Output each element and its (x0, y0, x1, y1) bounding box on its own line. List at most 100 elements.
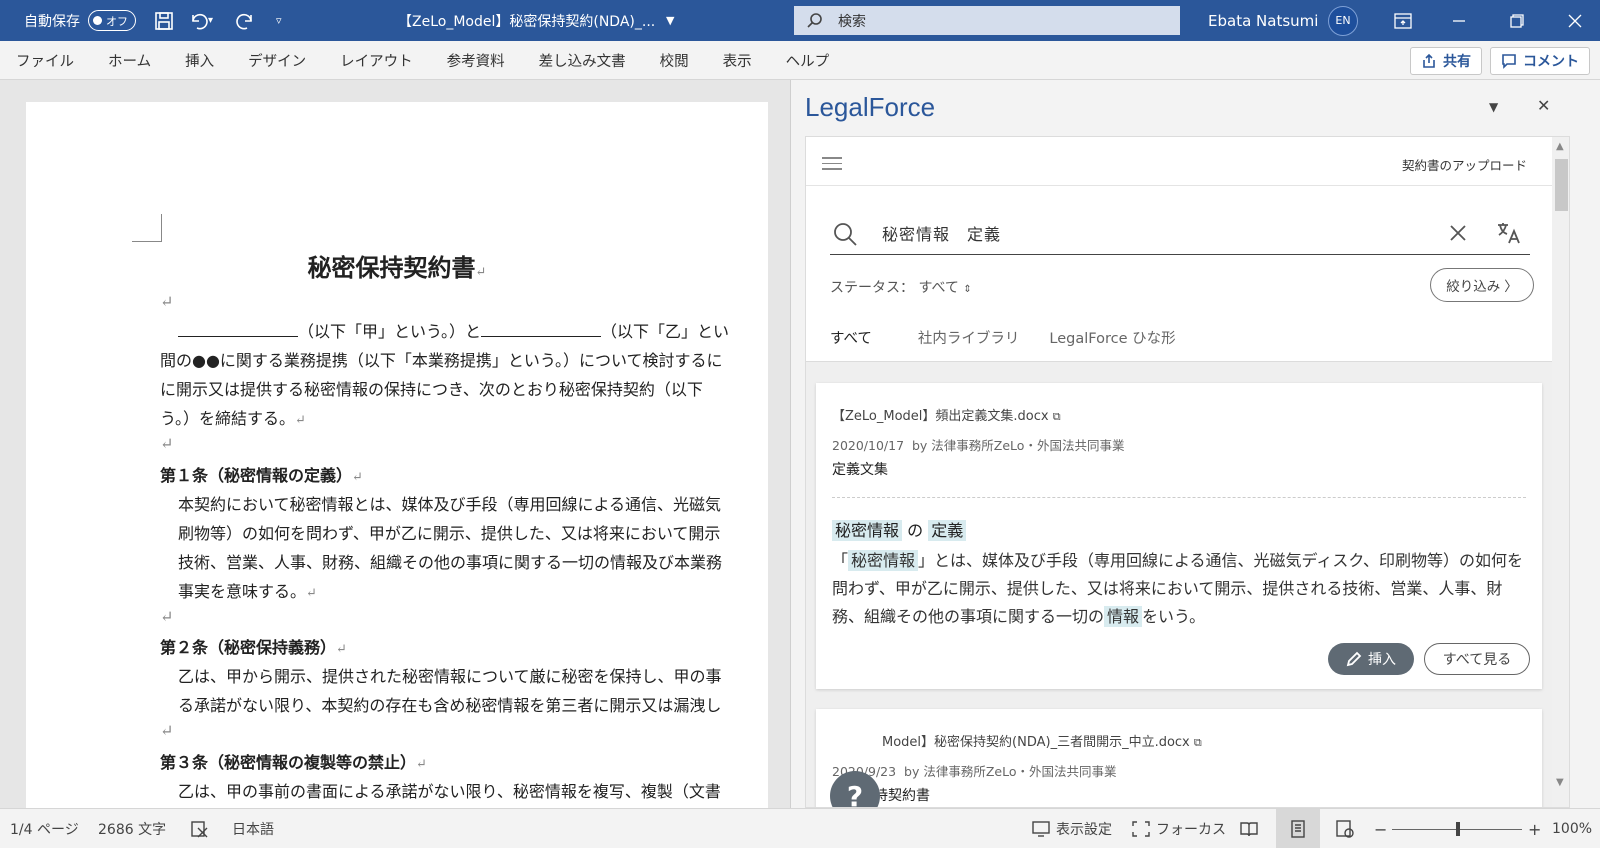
title-dropdown-icon[interactable]: ▼ (666, 0, 674, 41)
article-1-line-4: 事実を意味する。↵ (178, 582, 317, 601)
blank-party-a[interactable] (178, 323, 298, 337)
read-mode-icon[interactable] (1240, 809, 1258, 848)
document-heading: 秘密保持契約書↵ (307, 253, 487, 282)
ribbon-display-icon[interactable] (1394, 0, 1412, 41)
status-filter[interactable]: ステータス： すべて ⇕ (830, 277, 972, 297)
web-layout-icon[interactable] (1336, 809, 1354, 848)
document-area[interactable]: 秘密保持契約書↵ ↵ （以下「甲」という。）と （以下「乙」とい 間の●●に関する… (0, 80, 790, 808)
undo-dropdown-icon[interactable]: ▾ (208, 0, 213, 41)
article-2-line-1: 乙は、甲から開示、提供された秘密情報について厳に秘密を保持し、甲の事 (178, 667, 722, 686)
display-settings-button[interactable]: 表示設定 (1032, 809, 1112, 848)
tab-file[interactable]: ファイル (16, 50, 74, 71)
pane-title: LegalForce (805, 92, 936, 122)
translate-icon[interactable] (1496, 221, 1522, 245)
redo-icon[interactable] (234, 0, 256, 41)
search-query: 秘密情報 定義 (882, 224, 1002, 244)
upload-contract-link[interactable]: 契約書のアップロード (1402, 155, 1527, 174)
result-file-link[interactable]: Model】秘密保持契約(NDA)_三者間開示_中立.docx ⧉ (882, 731, 1202, 750)
pane-close-icon[interactable]: ✕ (1537, 96, 1550, 115)
result-meta: 2020/10/17 by 法律事務所ZeLo・外国法共同事業 (832, 438, 1125, 453)
zoom-out-button[interactable]: − (1374, 809, 1387, 848)
intro-line-4: う。）を締結する。↵ (160, 409, 306, 428)
blank-party-b[interactable] (481, 323, 602, 337)
result-card: Model】秘密保持契約(NDA)_三者間開示_中立.docx ⧉ 2020/9… (816, 709, 1542, 807)
intro-line-2: 間の●●に関する業務提携（以下「本業務提携」という。）について検討するに (160, 351, 723, 370)
article-1-line-1: 本契約において秘密情報とは、媒体及び手段（専用回線による通信、光磁気 (178, 495, 722, 514)
status-bar: 1/4 ページ 2686 文字 日本語 表示設定 フォーカス − + 100% (0, 808, 1600, 848)
paragraph-mark: ↵ (160, 292, 174, 311)
tab-view[interactable]: 表示 (723, 50, 752, 71)
share-button[interactable]: 共有 (1410, 47, 1482, 75)
scrollbar[interactable]: ▲ ▼ (1552, 137, 1569, 807)
autosave[interactable]: 自動保存 オフ (24, 0, 136, 41)
toggle-knob (93, 16, 102, 25)
page-count[interactable]: 1/4 ページ (10, 809, 79, 848)
tab-help[interactable]: ヘルプ (786, 50, 830, 71)
customize-qat-icon[interactable]: ▿ (276, 0, 282, 41)
paragraph-mark: ↵ (160, 607, 174, 626)
pencil-icon (1346, 651, 1362, 667)
proofing-icon[interactable] (190, 809, 210, 848)
see-all-button[interactable]: すべて見る (1424, 643, 1530, 675)
zoom-level[interactable]: 100% (1552, 809, 1592, 848)
divider (832, 497, 1526, 498)
share-label: 共有 (1443, 54, 1471, 70)
avatar[interactable]: EN (1328, 5, 1358, 36)
print-layout-icon[interactable] (1276, 809, 1320, 848)
result-meta: 2020/9/23 by 法律事務所ZeLo・外国法共同事業 (832, 764, 1117, 779)
paragraph-mark: ↵ (160, 721, 174, 740)
filter-button[interactable]: 絞り込み〉 (1430, 268, 1534, 302)
scroll-thumb[interactable] (1555, 159, 1568, 211)
sort-icon: ⇕ (963, 284, 972, 295)
share-icon (1423, 53, 1435, 68)
chevron-right-icon: 〉 (1504, 279, 1518, 295)
scroll-up-icon[interactable]: ▲ (1556, 141, 1564, 152)
autosave-state: オフ (106, 14, 128, 28)
user-name[interactable]: Ebata Natsumi (1208, 0, 1318, 41)
language[interactable]: 日本語 (232, 809, 274, 848)
tab-mailings[interactable]: 差し込み文書 (539, 50, 626, 71)
search-placeholder: 検索 (838, 13, 866, 30)
search-box[interactable]: 検索 (794, 6, 1180, 35)
minimize-icon[interactable] (1452, 0, 1466, 41)
zoom-slider-thumb[interactable] (1456, 822, 1460, 836)
tab-review[interactable]: 校閲 (660, 50, 689, 71)
tab-design[interactable]: デザイン (248, 50, 306, 71)
close-window-icon[interactable] (1568, 0, 1582, 41)
focus-button[interactable]: フォーカス (1132, 809, 1226, 848)
result-file-link[interactable]: 【ZeLo_Model】頻出定義文集.docx ⧉ (832, 405, 1061, 424)
article-2-heading: 第２条（秘密保持義務）↵ (160, 638, 347, 657)
article-1-line-2: 刷物等）の如何を問わず、甲が乙に開示、提供した、又は将来において開示 (178, 524, 721, 543)
autosave-label: 自動保存 (24, 13, 80, 30)
comment-button[interactable]: コメント (1490, 47, 1590, 75)
ribbon-tabs: ファイル ホーム 挿入 デザイン レイアウト 参考資料 差し込み文書 校閲 表示… (16, 41, 863, 80)
document-page[interactable]: 秘密保持契約書↵ ↵ （以下「甲」という。）と （以下「乙」とい 間の●●に関する… (26, 102, 768, 808)
divider (806, 185, 1552, 186)
save-icon[interactable] (154, 0, 174, 41)
article-1-heading: 第１条（秘密情報の定義）↵ (160, 466, 363, 485)
insert-button[interactable]: 挿入 (1328, 643, 1414, 675)
tab-insert[interactable]: 挿入 (185, 50, 214, 71)
menu-icon[interactable] (822, 157, 842, 174)
document-title: 【ZeLo_Model】秘密保持契約(NDA)_... (398, 13, 656, 30)
restore-icon[interactable] (1510, 0, 1524, 41)
undo-icon[interactable] (188, 0, 210, 41)
tab-references[interactable]: 参考資料 (447, 50, 505, 71)
pane-options-icon[interactable]: ▼ (1489, 100, 1498, 114)
external-link-icon: ⧉ (1193, 736, 1202, 749)
search-icon (834, 223, 857, 246)
autosave-toggle[interactable]: オフ (88, 10, 136, 31)
article-2-line-2: る承諾がない限り、本契約の存在も含め秘密情報を第三者に開示又は漏洩し (178, 696, 722, 715)
zoom-in-button[interactable]: + (1528, 809, 1541, 848)
intro-line-1: （以下「甲」という。）と （以下「乙」とい (178, 318, 729, 342)
paragraph-mark: ↵ (160, 434, 174, 453)
tab-home[interactable]: ホーム (108, 50, 151, 71)
clear-search-icon[interactable] (1450, 225, 1466, 241)
tab-layout[interactable]: レイアウト (340, 50, 413, 71)
clause-heading: 秘密情報 の 定義 (832, 517, 967, 541)
scroll-down-icon[interactable]: ▼ (1556, 777, 1564, 788)
clause-search-input[interactable]: 秘密情報 定義 (830, 211, 1530, 255)
addin-panel: 契約書のアップロード 秘密情報 定義 ステータス： すべて ⇕ 絞り込み〉 すべ… (805, 136, 1570, 808)
clause-body: 「秘密情報 」とは、媒体及び手段（専用回線による通信、光磁気ディスク、印刷物等）の… (832, 550, 1523, 627)
word-count[interactable]: 2686 文字 (98, 809, 166, 848)
